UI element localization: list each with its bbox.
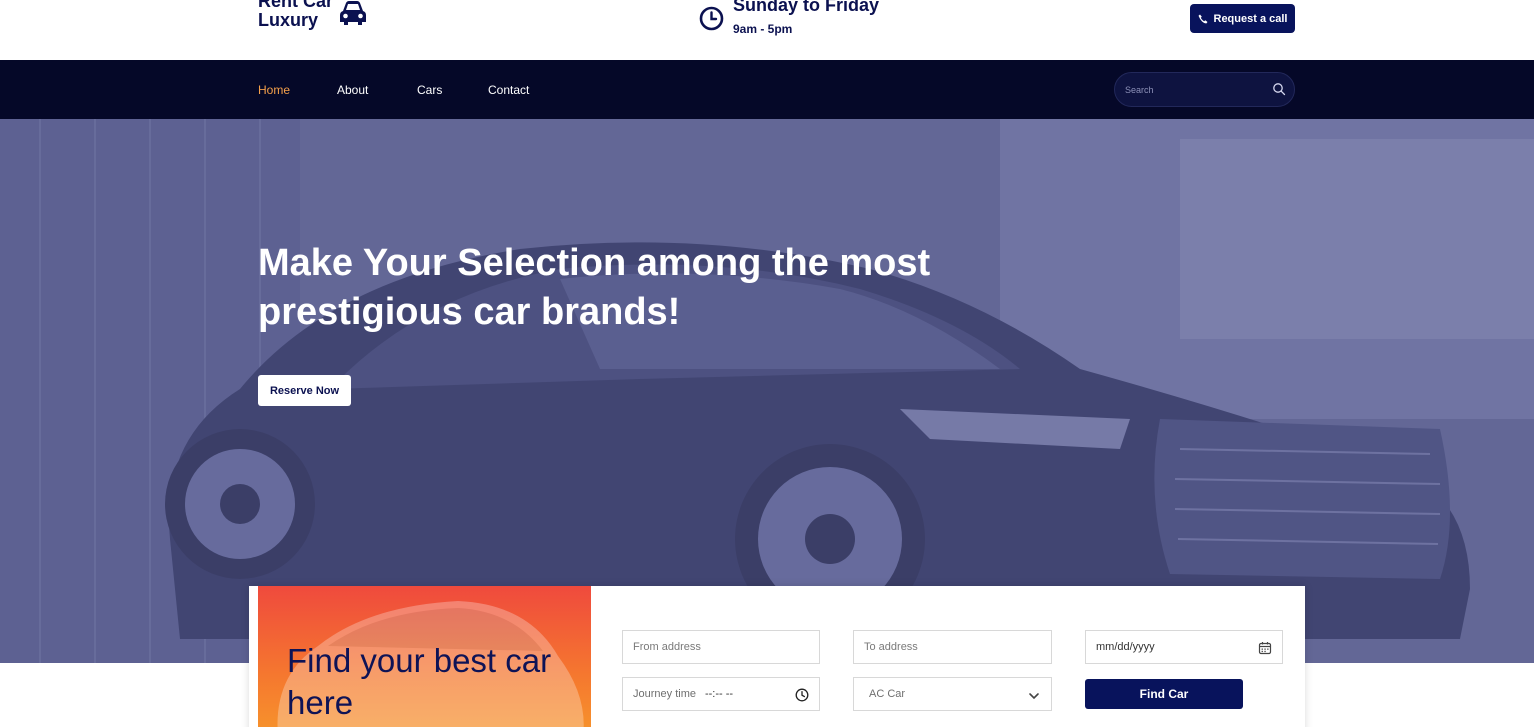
clock-icon xyxy=(699,6,724,31)
hours-days: Sunday to Friday xyxy=(733,0,880,15)
hero-banner: Make Your Selection among the most prest… xyxy=(0,119,1534,663)
request-call-label: Request a call xyxy=(1213,12,1288,25)
request-call-button[interactable]: Request a call xyxy=(1190,4,1295,33)
from-address-input[interactable] xyxy=(633,641,819,653)
promo-panel: Find your best car here xyxy=(258,586,591,727)
to-address-field[interactable] xyxy=(853,630,1052,664)
logo-line2: Luxury xyxy=(258,10,319,30)
chevron-down-icon xyxy=(1029,693,1039,700)
car-type-select[interactable]: AC Car xyxy=(853,677,1052,711)
date-value: mm/dd/yyyy xyxy=(1096,641,1155,653)
from-address-field[interactable] xyxy=(622,630,820,664)
journey-time-label: Journey time xyxy=(633,688,696,700)
search-input[interactable] xyxy=(1125,82,1265,98)
journey-time-value: --:-- -- xyxy=(704,688,734,700)
find-car-button[interactable]: Find Car xyxy=(1085,679,1243,709)
opening-hours: Sunday to Friday 9am - 5pm xyxy=(733,0,879,37)
hero-car-image xyxy=(0,119,1534,663)
reserve-now-button[interactable]: Reserve Now xyxy=(258,375,351,406)
nav-cars[interactable]: Cars xyxy=(417,83,442,97)
top-header: Rent Car Luxury Sunday to Friday 9am - 5… xyxy=(0,0,1534,60)
booking-card: Find your best car here mm/dd/yyyy Journ… xyxy=(249,586,1305,727)
phone-icon xyxy=(1198,14,1207,23)
promo-text: Find your best car here xyxy=(287,642,552,721)
site-logo[interactable]: Rent Car Luxury xyxy=(258,0,333,30)
car-type-selected: AC Car xyxy=(869,688,906,700)
car-icon xyxy=(340,1,366,25)
hero-title: Make Your Selection among the most prest… xyxy=(258,242,931,333)
search-icon[interactable] xyxy=(1272,82,1286,96)
nav-home[interactable]: Home xyxy=(258,83,290,97)
journey-time-field[interactable]: Journey time --:-- -- xyxy=(622,677,820,711)
main-navbar: Home About Cars Contact xyxy=(0,60,1534,119)
search-box xyxy=(1114,72,1295,107)
nav-about[interactable]: About xyxy=(337,83,368,97)
hours-time: 9am - 5pm xyxy=(733,22,793,36)
nav-contact[interactable]: Contact xyxy=(488,83,529,97)
calendar-icon[interactable] xyxy=(1258,641,1272,655)
clock-small-icon[interactable] xyxy=(795,688,809,702)
date-field[interactable]: mm/dd/yyyy xyxy=(1085,630,1283,664)
to-address-input[interactable] xyxy=(864,641,1051,653)
